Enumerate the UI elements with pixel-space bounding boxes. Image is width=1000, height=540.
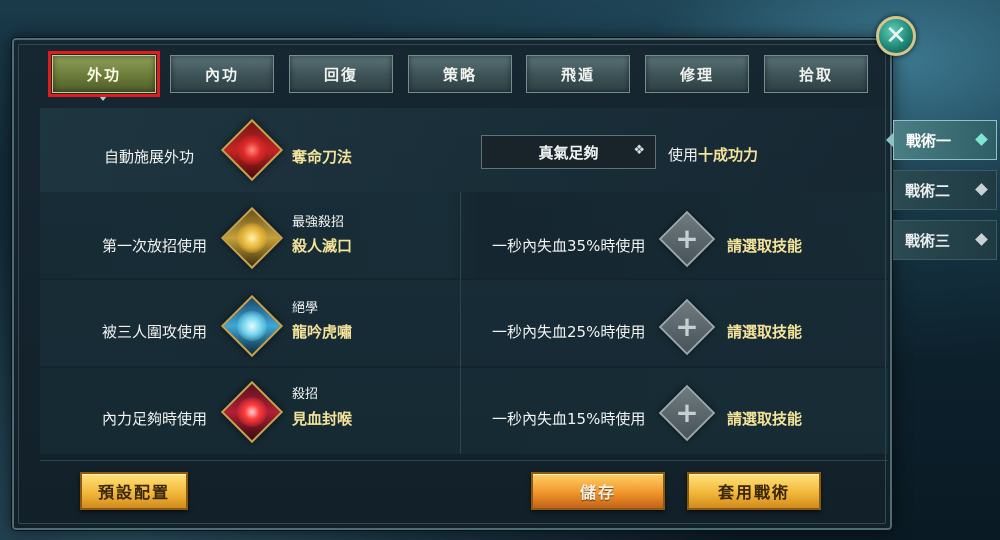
apply-tactic-button[interactable]: 套用戰術 <box>687 472 821 510</box>
column-divider <box>460 192 461 454</box>
footer-divider <box>40 460 888 461</box>
tactic-tab-3-label: 戰術三 <box>905 231 951 250</box>
tab-pickup[interactable]: 拾取 <box>764 55 868 93</box>
auto-cast-skill-name: 奪命刀法 <box>292 148 353 166</box>
active-tab-indicator-icon <box>99 96 107 101</box>
use-prefix: 使用 <box>668 146 699 164</box>
rule-2-condition: 被三人圍攻使用 <box>102 323 208 341</box>
rule-2-hp-condition: 一秒內失血25%時使用 <box>492 323 646 341</box>
rule-1-select-skill-label: 請選取技能 <box>727 237 803 255</box>
rule-3-select-skill-label: 請選取技能 <box>727 410 803 428</box>
plus-icon: + <box>675 396 699 429</box>
tactic-tab-1[interactable]: 戰術一 <box>886 120 997 160</box>
plus-icon: + <box>675 310 699 343</box>
use-power-text: 使用十成功力 <box>668 144 758 165</box>
tactic-tab-2[interactable]: 戰術二 <box>893 170 997 210</box>
tab-neigong[interactable]: 內功 <box>170 55 274 93</box>
rule-1-skill-name: 殺人滅口 <box>292 237 353 255</box>
tactic-tab-3[interactable]: 戰術三 <box>893 220 997 260</box>
auto-cast-label: 自動施展外功 <box>104 148 195 166</box>
default-config-button[interactable]: 預設配置 <box>80 472 188 510</box>
save-button[interactable]: 儲存 <box>531 472 665 510</box>
tab-flight[interactable]: 飛遁 <box>526 55 630 93</box>
diamond-icon <box>975 183 988 196</box>
selected-caret-icon <box>886 132 894 148</box>
rule-1-skill-type: 最強殺招 <box>292 215 345 230</box>
close-button[interactable]: ✕ <box>876 16 916 56</box>
use-power-value: 十成功力 <box>698 146 759 164</box>
tab-recovery[interactable]: 回復 <box>289 55 393 93</box>
close-icon: ✕ <box>885 21 907 51</box>
rule-3-skill-name: 見血封喉 <box>292 410 353 428</box>
tab-repair[interactable]: 修理 <box>645 55 749 93</box>
chevron-down-icon: ❖ <box>633 143 645 158</box>
rule-3-skill-type: 殺招 <box>292 387 319 402</box>
tactic-tab-2-label: 戰術二 <box>905 181 951 200</box>
tactic-tab-1-label: 戰術一 <box>906 131 952 150</box>
energy-condition-dropdown[interactable]: 真氣足夠 ❖ <box>481 135 656 169</box>
diamond-icon <box>975 133 988 146</box>
plus-icon: + <box>675 222 699 255</box>
rule-3-hp-condition: 一秒內失血15%時使用 <box>492 410 646 428</box>
rule-2-select-skill-label: 請選取技能 <box>727 323 803 341</box>
rule-3-condition: 內力足夠時使用 <box>102 410 208 428</box>
tab-strategy[interactable]: 策略 <box>408 55 512 93</box>
rule-2-skill-name: 龍吟虎嘯 <box>292 323 353 341</box>
tab-waigong[interactable]: 外功 <box>52 55 156 93</box>
dropdown-value: 真氣足夠 <box>538 143 599 162</box>
diamond-icon <box>975 233 988 246</box>
rule-2-skill-type: 絕學 <box>292 301 319 316</box>
rule-1-hp-condition: 一秒內失血35%時使用 <box>492 237 646 255</box>
rule-1-condition: 第一次放招使用 <box>102 237 208 255</box>
